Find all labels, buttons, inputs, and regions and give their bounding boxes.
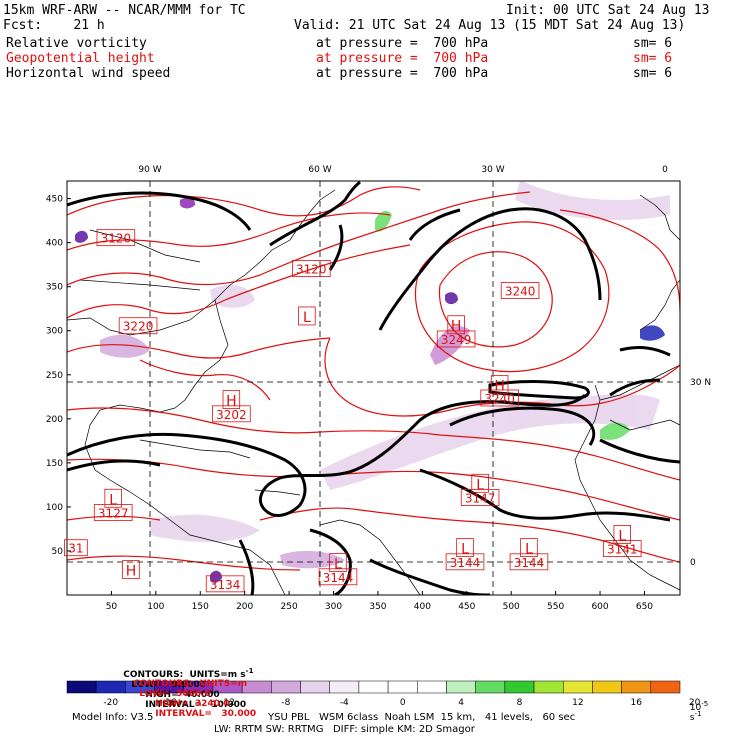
y-tick-label: 100 [46,503,63,513]
low-pressure-marker: L [461,542,469,558]
colorbar-swatch [533,680,564,694]
low-pressure-marker: L [618,528,626,544]
x-tick-label: 350 [369,602,386,612]
low-pressure-marker: L [334,557,342,573]
lon-label-30w: 30 W [481,165,504,175]
colorbar-unit-suffix: s-1 [684,696,702,724]
colorbar-swatch [387,680,418,694]
height-value-label: 31 [68,542,83,556]
y-tick-label: 450 [46,195,63,205]
x-tick-label: 50 [106,602,118,612]
height-value-label: 3202 [216,408,247,422]
height-value-label: 3144 [514,556,545,570]
x-tick-label: 500 [503,602,520,612]
x-tick-label: 400 [414,602,431,612]
colorbar-unit-exp: -5 [701,700,709,708]
height-value-label: 3120 [101,232,132,246]
high-pressure-marker: H [494,379,505,395]
colorbar-swatch [650,680,681,694]
low-pressure-marker: L [476,477,484,493]
height-value-label: 3144 [323,571,354,585]
y-tick-label: 350 [46,283,63,293]
colorbar-swatch [475,680,506,694]
colorbar-label: -4 [340,698,349,708]
lon-label-60w: 60 W [308,165,331,175]
colorbar-unit-s-exp: -1 [694,710,702,718]
x-tick-label: 300 [325,602,342,612]
low-pressure-marker: L [109,492,117,508]
colorbar-label: 12 [572,698,583,708]
model-info: Model Info: V3.5 [72,712,154,723]
colorbar-label: -8 [281,698,290,708]
lat-label-30n: 30 N [690,378,711,388]
height-value-label: 3120 [296,262,327,276]
colorbar-label: 16 [630,698,642,708]
colorbar-swatch [621,680,652,694]
lat-label-0: 0 [690,558,696,568]
x-tick-label: 200 [236,602,253,612]
colorbar-swatch [592,680,622,694]
colorbar-label: 4 [458,698,464,708]
x-tick-label: 550 [547,602,564,612]
x-tick-label: 250 [281,602,298,612]
height-value-label: 3134 [210,578,241,592]
colorbar-swatch [446,680,476,694]
colorbar-swatch [417,680,447,694]
x-tick-label: 650 [636,602,653,612]
height-value-label: 3147 [465,492,496,506]
low-pressure-marker: L [525,542,533,558]
height-value-label: 3144 [450,556,481,570]
x-tick-label: 150 [192,602,209,612]
high-pressure-marker: H [126,564,137,580]
y-tick-label: 400 [46,239,63,249]
physics-line1: YSU PBL WSM 6class Noah LSM 15 km, 41 le… [268,712,576,723]
physics-line2: LW: RRTM SW: RRTMG DIFF: simple KM: 2D S… [214,724,475,735]
y-tick-label: 300 [46,327,63,337]
colorbar-label: 0 [400,698,406,708]
contour-interval-height: INTERVAL= 30.000 [155,709,257,719]
high-pressure-marker: H [451,319,462,335]
colorbar-swatch [329,680,360,694]
x-tick-label: 600 [591,602,608,612]
lon-label-0: 0 [662,165,668,175]
colorbar-swatch [271,680,301,694]
contour-label-height: CONTOURS: UNITS=m [133,679,248,689]
low-pressure-marker: L [303,310,311,326]
colorbar-swatch [300,680,330,694]
weather-map: 90 W 60 W 30 W 0 30 N 0 50 100 150 200 250 30… [46,165,711,708]
high-pressure-marker: H [226,394,237,410]
contour-high-height: HIGH= 3240.0 [155,699,230,709]
height-value-label: 3141 [607,543,638,557]
x-tick-label: 450 [458,602,475,612]
y-tick-label: 150 [46,459,63,469]
height-value-label: 3249 [441,333,472,347]
colorbar-swatch [66,680,97,694]
colorbar-swatch [358,680,389,694]
height-value-label: 3240 [505,285,536,299]
height-value-label: 3127 [98,506,129,520]
colorbar-swatch [562,680,593,694]
y-tick-label: 250 [46,371,63,381]
colorbar-label: 8 [517,698,523,708]
y-tick-label: 200 [46,415,63,425]
y-tick-label: 50 [52,547,64,557]
colorbar-swatch [504,680,535,694]
lon-label-90w: 90 W [138,165,161,175]
contour-low-height: LOW= 3000.0 [139,689,211,699]
height-value-label: 3220 [123,320,154,334]
x-tick-label: 100 [147,602,164,612]
